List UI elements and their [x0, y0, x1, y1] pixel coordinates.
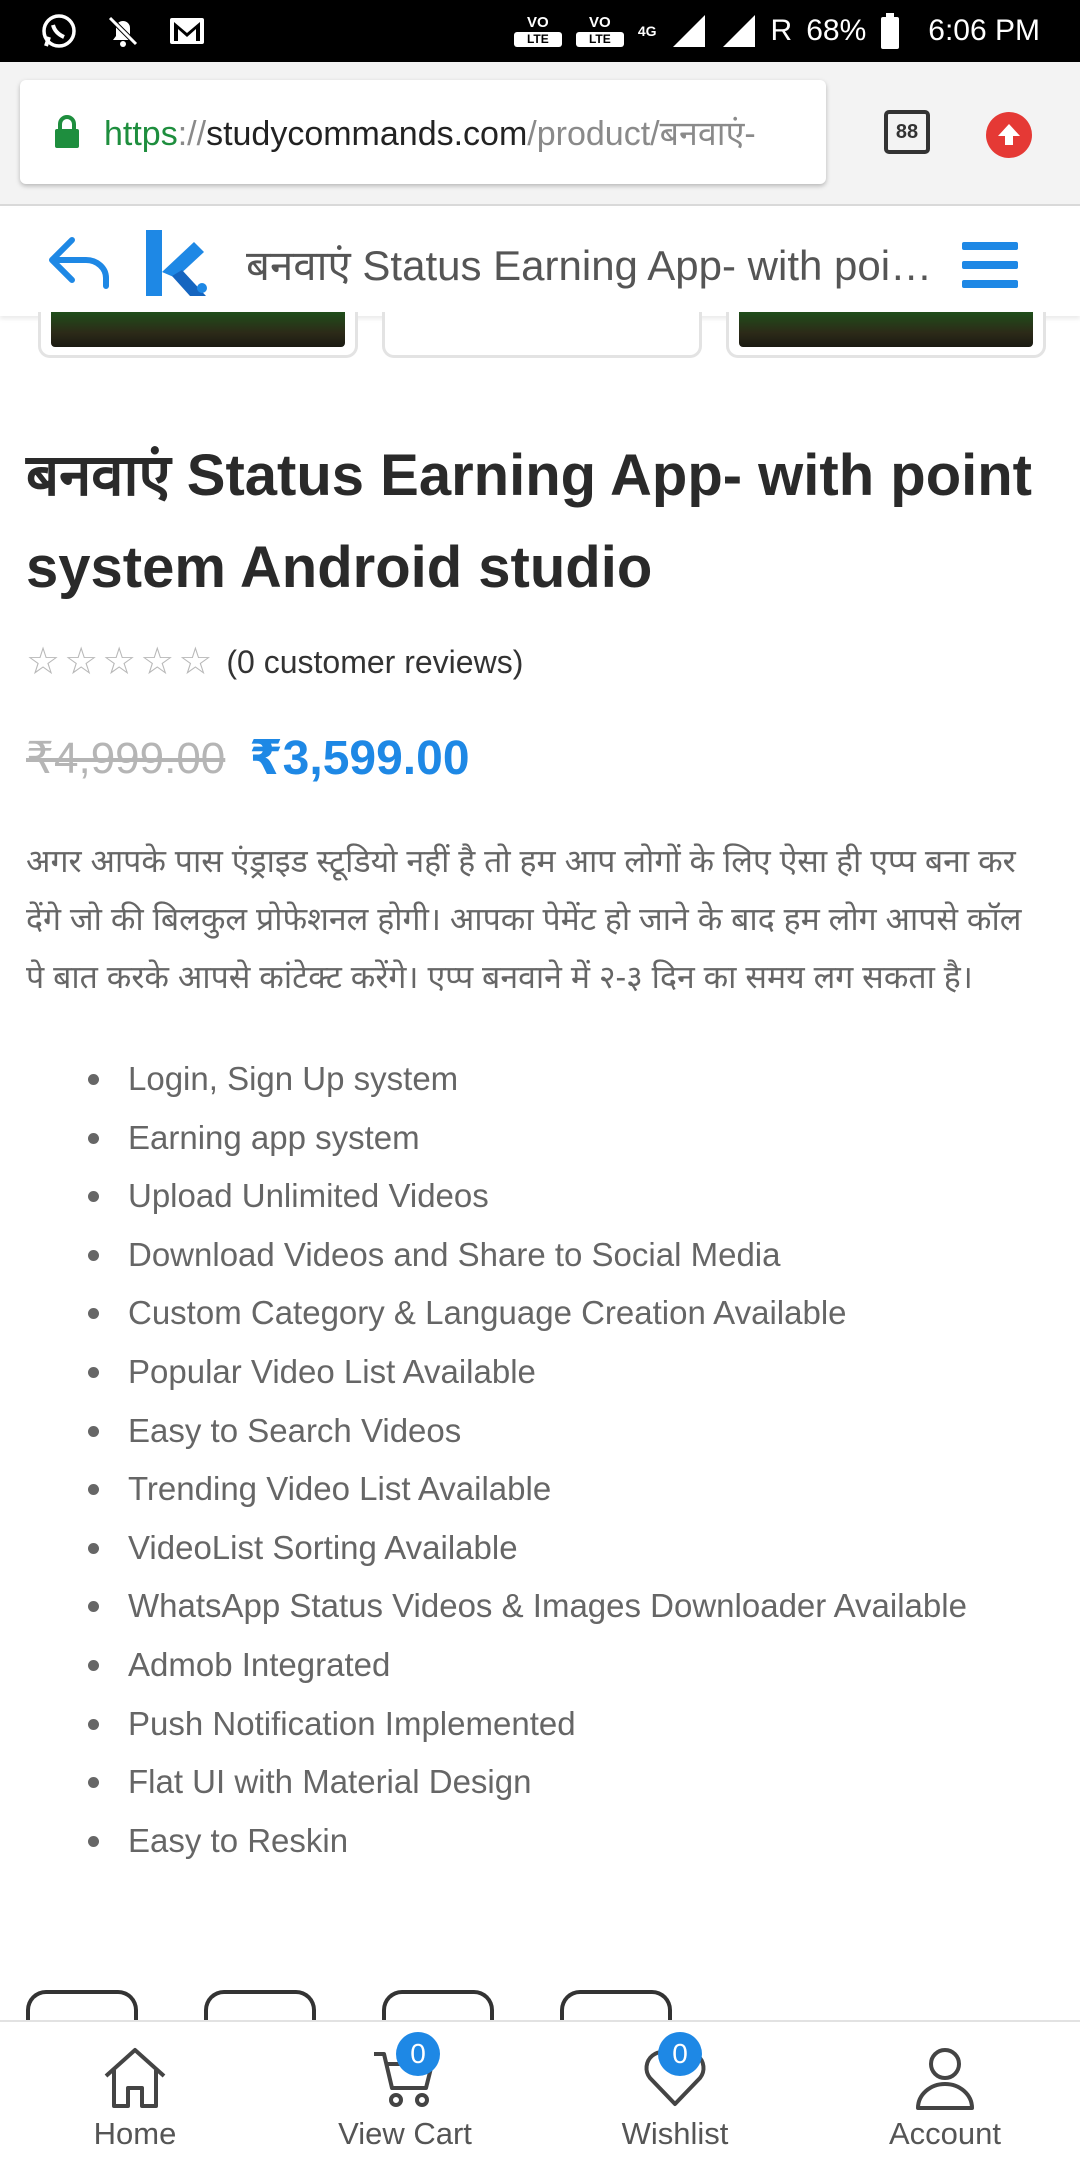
nav-home[interactable]: Home [0, 2022, 270, 2160]
nav-cart-label: View Cart [338, 2116, 472, 2151]
star-icon: ☆ [140, 641, 175, 683]
whatsapp-icon [40, 12, 78, 50]
product-title: बनवाएं Status Earning App- with point sy… [26, 443, 1032, 600]
page-header-title: बनवाएं Status Earning App- with point sy… [246, 242, 936, 289]
tab-switcher-button[interactable]: 88 [884, 110, 930, 154]
feature-item: Easy to Reskin [88, 1812, 1056, 1871]
battery-percent: 68% [806, 14, 867, 47]
browser-toolbar: https://studycommands.com/product/बनवाएं… [0, 62, 1080, 206]
home-icon [104, 2048, 166, 2108]
feature-list: Login, Sign Up system Earning app system… [88, 1050, 1056, 1871]
feature-item: Download Videos and Share to Social Medi… [88, 1226, 1056, 1285]
notifications-off-icon [104, 12, 142, 50]
url-bar[interactable]: https://studycommands.com/product/बनवाएं… [20, 80, 826, 184]
feature-item: Trending Video List Available [88, 1460, 1056, 1519]
sale-price: ₹3,599.00 [249, 732, 470, 785]
volte-sim2-indicator: VO LTE [575, 15, 624, 47]
feature-item: Earning app system [88, 1109, 1056, 1168]
nav-cart[interactable]: 0 View Cart [270, 2022, 540, 2160]
price-row: ₹4,999.00 ₹3,599.00 [26, 730, 1056, 786]
nav-account[interactable]: Account [810, 2022, 1080, 2160]
signal-icon [672, 15, 705, 47]
product-thumbnail-2[interactable] [382, 312, 702, 358]
roaming-indicator: R [770, 14, 793, 47]
back-icon[interactable] [46, 232, 112, 292]
status-bar: VO LTE VO LTE 4G R 68% 6:06 PM [0, 0, 1080, 62]
rating-row: ☆ ☆ ☆ ☆ ☆ (0 customer reviews) [26, 642, 1056, 682]
signal-icon-2 [722, 15, 755, 47]
old-price: ₹4,999.00 [26, 733, 226, 783]
lock-icon [55, 115, 79, 148]
feature-item: Flat UI with Material Design [88, 1753, 1056, 1812]
nav-wishlist-label: Wishlist [621, 2116, 729, 2151]
feature-item: Popular Video List Available [88, 1343, 1056, 1402]
feature-item: Push Notification Implemented [88, 1695, 1056, 1754]
reviews-link[interactable]: (0 customer reviews) [226, 644, 523, 681]
page: VO LTE VO LTE 4G R 68% 6:06 PM https://stu… [0, 0, 1080, 2160]
upload-button[interactable] [986, 112, 1032, 158]
feature-item: Easy to Search Videos [88, 1402, 1056, 1461]
volte-sim1-indicator: VO LTE [513, 15, 562, 47]
cart-count-badge: 0 [396, 2032, 440, 2076]
product-details: बनवाएं Status Earning App- with point sy… [26, 360, 1056, 1870]
star-icon: ☆ [102, 641, 137, 683]
nav-home-label: Home [93, 2116, 177, 2151]
feature-item: Login, Sign Up system [88, 1050, 1056, 1109]
rating-stars: ☆ ☆ ☆ ☆ ☆ [26, 642, 212, 682]
nav-account-label: Account [888, 2116, 1001, 2151]
feature-item: WhatsApp Status Videos & Images Download… [88, 1577, 1056, 1636]
feature-item: Admob Integrated [88, 1636, 1056, 1695]
site-header: बनवाएं Status Earning App- with point sy… [0, 208, 1080, 316]
site-logo[interactable] [142, 228, 208, 298]
gmail-icon [168, 12, 206, 50]
data-type: 4G [637, 23, 657, 39]
feature-item: Custom Category & Language Creation Avai… [88, 1284, 1056, 1343]
product-thumbnail-3[interactable] [726, 312, 1046, 358]
clock: 6:06 PM [928, 14, 1040, 47]
arrow-up-icon [998, 124, 1020, 145]
star-icon: ☆ [26, 641, 61, 683]
feature-item: Upload Unlimited Videos [88, 1167, 1056, 1226]
feature-item: VideoList Sorting Available [88, 1519, 1056, 1578]
nav-wishlist[interactable]: 0 Wishlist [540, 2022, 810, 2160]
bottom-navigation: Home 0 View Cart 0 Wishlist Account [0, 2020, 1080, 2160]
hamburger-menu-button[interactable] [962, 242, 1018, 288]
star-icon: ☆ [64, 641, 99, 683]
product-thumbnail-1[interactable] [38, 312, 358, 358]
star-icon: ☆ [178, 641, 213, 683]
battery-icon [881, 13, 900, 49]
user-icon [916, 2048, 974, 2110]
wishlist-count-badge: 0 [658, 2032, 702, 2076]
url-text: https://studycommands.com/product/बनवाएं… [104, 115, 756, 153]
product-description: अगर आपके पास एंड्राइड स्टूडियो नहीं है त… [26, 843, 1022, 995]
